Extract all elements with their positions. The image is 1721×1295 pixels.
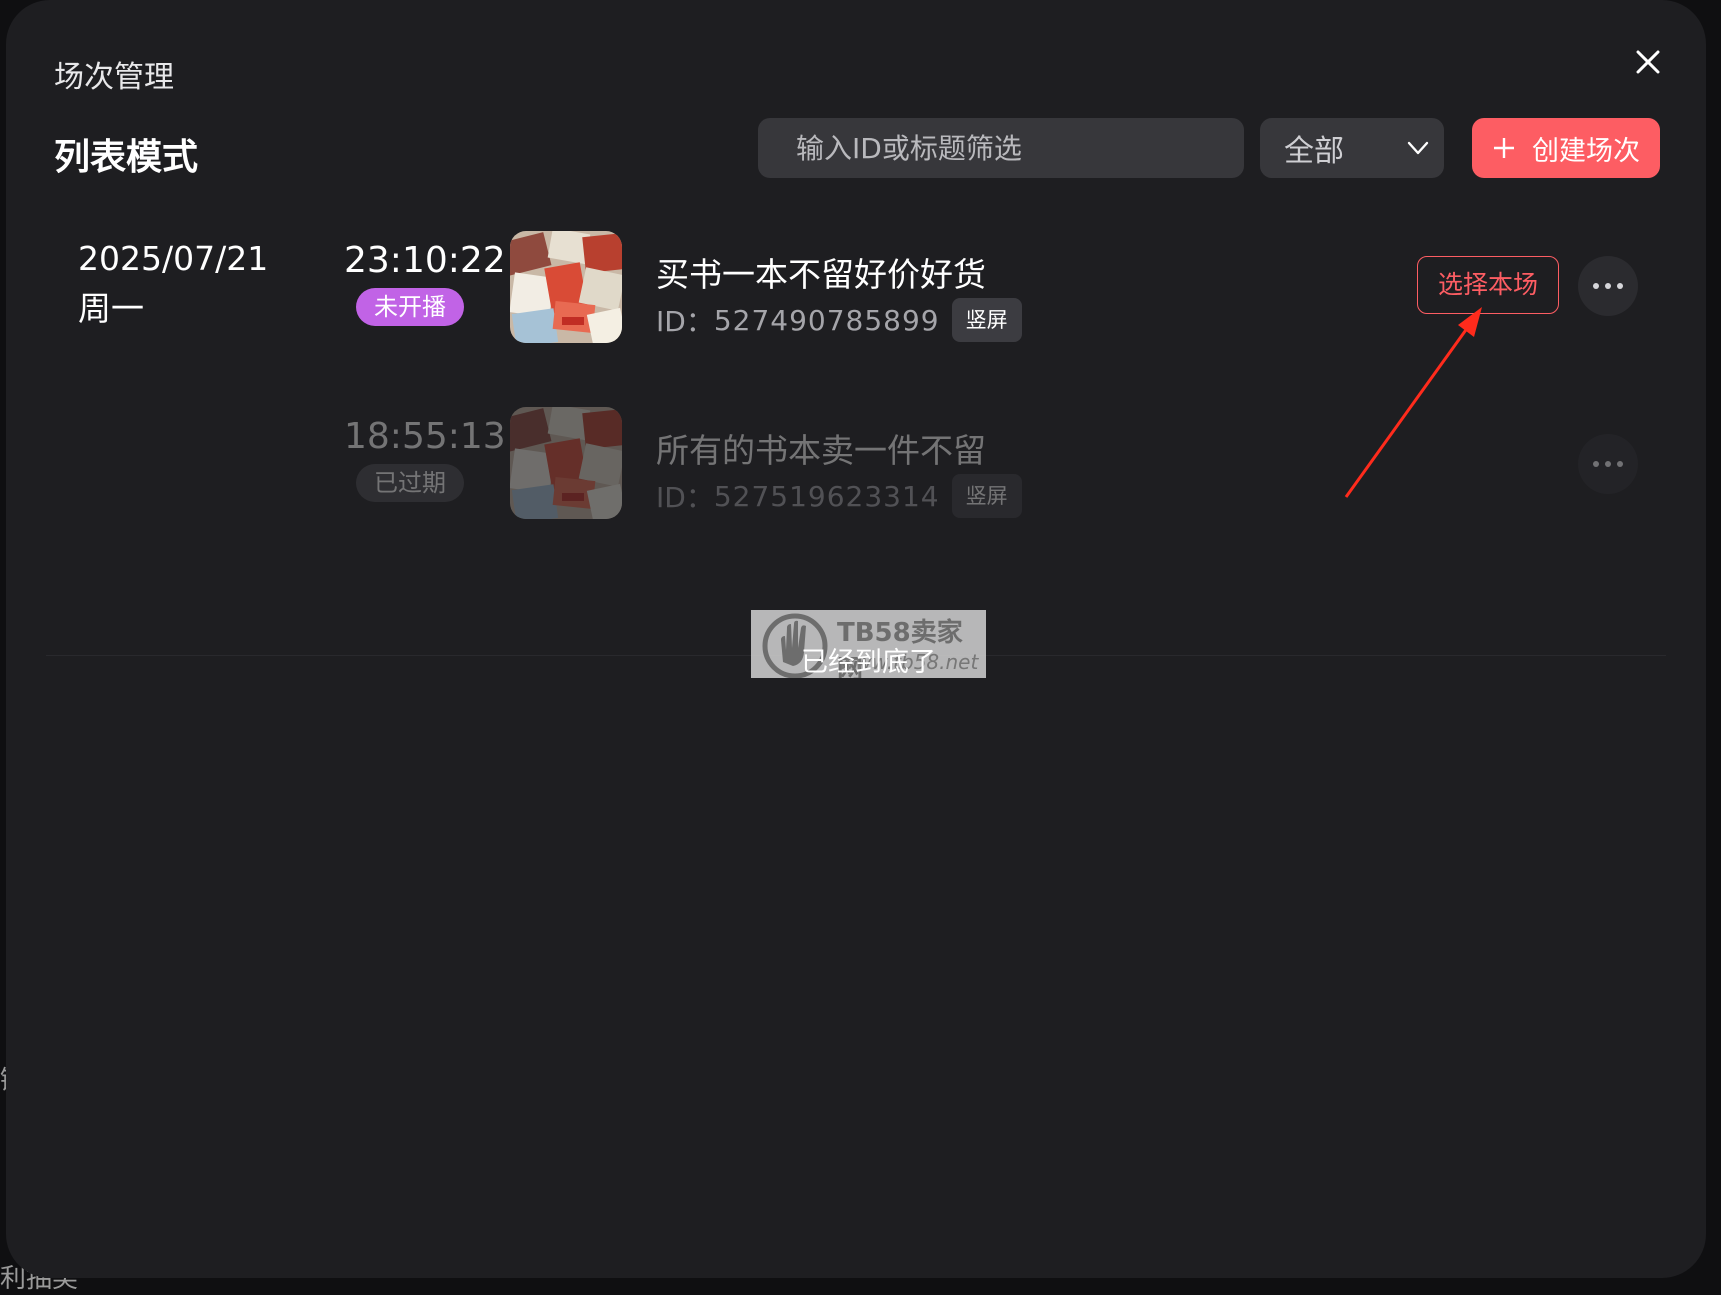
close-button[interactable] bbox=[1626, 40, 1670, 84]
annotation-arrow bbox=[1344, 307, 1482, 498]
session-id: 527519623314 bbox=[713, 479, 940, 513]
watermark: TB58卖家网 www.tb58.net 已经到底了 bbox=[751, 610, 986, 678]
id-label: ID： bbox=[656, 305, 714, 338]
close-icon bbox=[1636, 50, 1660, 74]
create-session-button[interactable]: 创建场次 bbox=[1472, 118, 1660, 178]
list-mode-title: 列表模式 bbox=[54, 137, 199, 178]
session-title: 买书一本不留好价好货 bbox=[656, 255, 986, 294]
id-label: ID： bbox=[656, 481, 714, 514]
session-id-line: ID： 527490785899 竖屏 bbox=[656, 298, 1022, 342]
search-input[interactable] bbox=[758, 118, 1244, 178]
status-badge: 已过期 bbox=[356, 464, 464, 502]
session-cover-thumbnail bbox=[510, 407, 622, 519]
orientation-tag: 竖屏 bbox=[951, 298, 1022, 342]
plus-icon bbox=[1494, 138, 1514, 158]
dialog-title: 场次管理 bbox=[54, 60, 174, 95]
session-time: 18:55:13 bbox=[344, 416, 506, 457]
session-cover-thumbnail bbox=[510, 231, 622, 343]
status-filter-select[interactable]: 全部 bbox=[1260, 118, 1444, 178]
session-title: 所有的书本卖一件不留 bbox=[656, 431, 986, 470]
session-time: 23:10:22 bbox=[344, 240, 506, 281]
status-badge: 未开播 bbox=[356, 288, 464, 326]
session-management-dialog: 场次管理 列表模式 全部 创建场次 2025/07/21 周一 23:10:22… bbox=[6, 0, 1706, 1278]
chevron-down-icon bbox=[1407, 141, 1429, 155]
more-options-button[interactable] bbox=[1578, 434, 1638, 494]
more-dots-icon bbox=[1593, 461, 1623, 467]
orientation-tag: 竖屏 bbox=[951, 474, 1022, 518]
list-end-text: 已经到底了 bbox=[801, 647, 936, 678]
create-session-label: 创建场次 bbox=[1532, 135, 1640, 167]
session-id-line: ID： 527519623314 竖屏 bbox=[656, 474, 1022, 518]
filter-value: 全部 bbox=[1284, 134, 1344, 169]
more-options-button[interactable] bbox=[1578, 256, 1638, 316]
session-id: 527490785899 bbox=[713, 303, 940, 337]
more-dots-icon bbox=[1593, 283, 1623, 289]
